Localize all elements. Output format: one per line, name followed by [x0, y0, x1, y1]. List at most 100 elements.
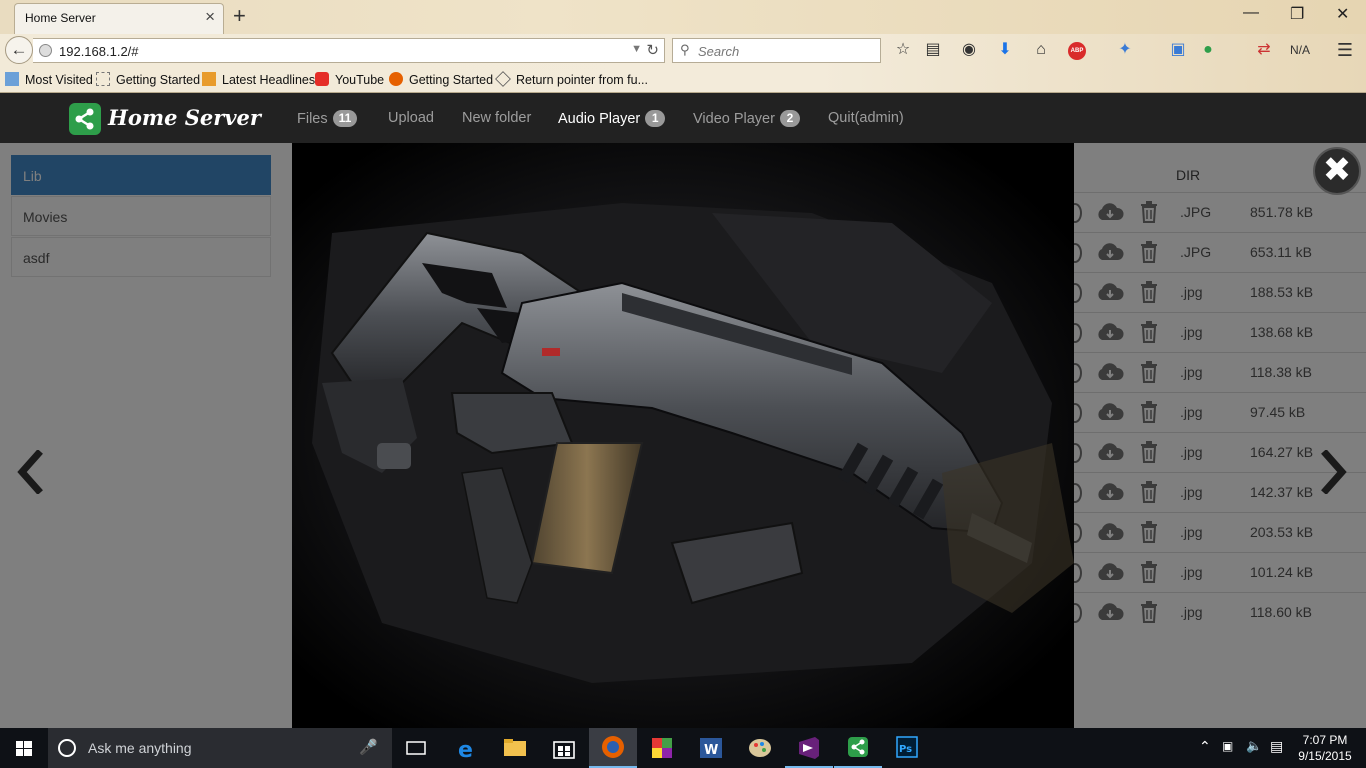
action-center-icon[interactable]: ▤	[1270, 738, 1283, 755]
folder-icon	[5, 72, 19, 86]
nav-label: Files	[297, 111, 328, 127]
minimize-icon[interactable]: —	[1243, 4, 1259, 22]
microphone-icon[interactable]: 🎤	[359, 738, 378, 756]
globe-extension-icon[interactable]: ●	[1198, 40, 1218, 60]
firefox-taskbar-icon[interactable]	[589, 728, 637, 768]
nav-label: Audio Player	[558, 111, 641, 127]
url-text[interactable]: 192.168.1.2/#	[59, 44, 139, 59]
browser-tab[interactable]: Home Server ×	[14, 3, 224, 34]
clock[interactable]: 7:07 PM 9/15/2015	[1294, 732, 1356, 764]
bookmark-return-pointer[interactable]: Return pointer from fu...	[495, 71, 649, 87]
browser-tab-strip: Home Server × + — ❐ ✕	[0, 0, 1366, 34]
start-button[interactable]	[0, 728, 48, 768]
windows-logo-icon	[16, 741, 32, 756]
tray-chevron-icon[interactable]: ⌃	[1199, 738, 1211, 755]
brand-title[interactable]: Home Server	[108, 105, 261, 130]
nav-upload[interactable]: Upload	[388, 110, 434, 126]
bookmark-star-icon[interactable]: ☆	[893, 40, 913, 60]
new-tab-icon[interactable]: +	[233, 3, 246, 29]
tab-close-icon[interactable]: ×	[205, 7, 215, 27]
extension-icon[interactable]: ✦	[1115, 40, 1135, 60]
nav-quit[interactable]: Quit(admin)	[828, 110, 904, 126]
status-text: N/A	[1290, 43, 1311, 57]
search-bar[interactable]: ⚲ Search	[672, 38, 881, 63]
volume-icon[interactable]: 🔈	[1246, 738, 1262, 754]
photoshop-icon[interactable]: Ps	[883, 728, 931, 768]
paint-icon[interactable]	[736, 728, 784, 768]
clock-time: 7:07 PM	[1302, 733, 1348, 747]
lightbox-next-arrow-icon[interactable]	[1318, 449, 1350, 495]
extension-badge-icon[interactable]: ▣	[1168, 40, 1188, 60]
visual-studio-icon[interactable]	[785, 728, 833, 768]
url-history-dropdown-icon[interactable]: ▼	[631, 43, 642, 55]
back-button[interactable]: ←	[5, 36, 33, 64]
rifle-photo	[292, 143, 1074, 728]
share-logo-icon[interactable]	[69, 103, 101, 135]
bookmark-latest-headlines[interactable]: Latest Headlines	[202, 72, 315, 87]
nav-video-player[interactable]: Video Player 2	[693, 110, 800, 127]
adblock-icon[interactable]: ABP	[1068, 42, 1086, 60]
bookmark-label: YouTube	[335, 73, 385, 87]
pocket-icon[interactable]: ◉	[959, 40, 979, 60]
lightbox-prev-arrow-icon[interactable]	[14, 449, 46, 495]
windows-taskbar: Ask me anything 🎤 e W Ps ⌃ ▣ 🔈 7:07 PM 9…	[0, 728, 1366, 768]
network-icon[interactable]: ▣	[1222, 739, 1233, 753]
bookmark-label: Getting Started	[116, 73, 201, 87]
cortana-icon	[58, 739, 76, 757]
bookmark-label: Return pointer from fu...	[516, 73, 649, 87]
word-icon[interactable]: W	[687, 728, 735, 768]
files-count-badge: 11	[332, 110, 358, 127]
bookmark-getting-started-1[interactable]: Getting Started	[96, 72, 200, 87]
firefox-icon	[389, 72, 403, 86]
restore-icon[interactable]: ❐	[1290, 4, 1304, 24]
bookmark-label: Most Visited	[25, 73, 93, 87]
nav-new-folder[interactable]: New folder	[462, 110, 531, 126]
colorful-app-icon[interactable]	[638, 728, 686, 768]
search-placeholder: Search	[698, 44, 740, 59]
site-info-icon[interactable]	[39, 44, 52, 57]
nav-files[interactable]: Files 11	[297, 110, 358, 127]
url-bar[interactable]: 192.168.1.2/# ▼ ↻	[33, 38, 665, 63]
file-explorer-icon[interactable]	[491, 728, 539, 768]
search-icon: ⚲	[680, 42, 690, 57]
bookmark-youtube[interactable]: YouTube	[315, 72, 384, 87]
nav-label: Upload	[388, 110, 434, 126]
app-navbar: Home Server Files 11 Upload New folder Au…	[0, 93, 1366, 143]
clock-date: 9/15/2015	[1298, 749, 1352, 763]
rss-icon	[202, 72, 216, 86]
store-icon[interactable]	[540, 728, 588, 768]
cortana-search-box[interactable]: Ask me anything 🎤	[48, 728, 392, 768]
sync-extension-icon[interactable]: ⇄	[1254, 40, 1274, 60]
nav-label: New folder	[462, 110, 532, 126]
menu-icon[interactable]: ☰	[1335, 40, 1355, 60]
nav-label: Video Player	[693, 111, 775, 127]
svg-text:e: e	[458, 738, 473, 763]
nav-audio-player[interactable]: Audio Player 1	[558, 110, 666, 127]
browser-toolbar: ← 192.168.1.2/# ▼ ↻ ⚲ Search ☆ ▤ ◉ ⬇ ⌂ A…	[0, 34, 1366, 66]
lightbox-close-button[interactable]: ✖	[1313, 147, 1361, 195]
reload-icon[interactable]: ↻	[646, 41, 659, 59]
window-close-icon[interactable]: ✕	[1336, 4, 1349, 24]
nav-label: Quit(admin)	[828, 110, 904, 126]
lightbox-image	[292, 143, 1074, 728]
svg-text:W: W	[704, 743, 718, 758]
bookmarks-toolbar: Most Visited Getting Started Latest Head…	[0, 66, 1366, 93]
cortana-placeholder: Ask me anything	[88, 740, 192, 756]
task-view-icon[interactable]	[392, 728, 440, 768]
edge-icon[interactable]: e	[442, 728, 490, 768]
reading-list-icon[interactable]: ▤	[923, 40, 943, 60]
bookmark-most-visited[interactable]: Most Visited	[5, 72, 93, 87]
video-count-badge: 2	[779, 110, 800, 127]
bookmark-label: Latest Headlines	[222, 73, 316, 87]
youtube-icon	[315, 72, 329, 86]
downloads-icon[interactable]: ⬇	[995, 40, 1015, 60]
bookmark-label: Getting Started	[409, 73, 494, 87]
svg-text:Ps: Ps	[899, 744, 912, 755]
home-server-taskbar-icon[interactable]	[834, 728, 882, 768]
home-icon[interactable]: ⌂	[1031, 40, 1051, 60]
page-icon	[96, 72, 110, 86]
site-icon	[495, 71, 511, 87]
tab-title: Home Server	[25, 11, 96, 25]
bookmark-getting-started-2[interactable]: Getting Started	[389, 72, 493, 87]
audio-count-badge: 1	[645, 110, 666, 127]
